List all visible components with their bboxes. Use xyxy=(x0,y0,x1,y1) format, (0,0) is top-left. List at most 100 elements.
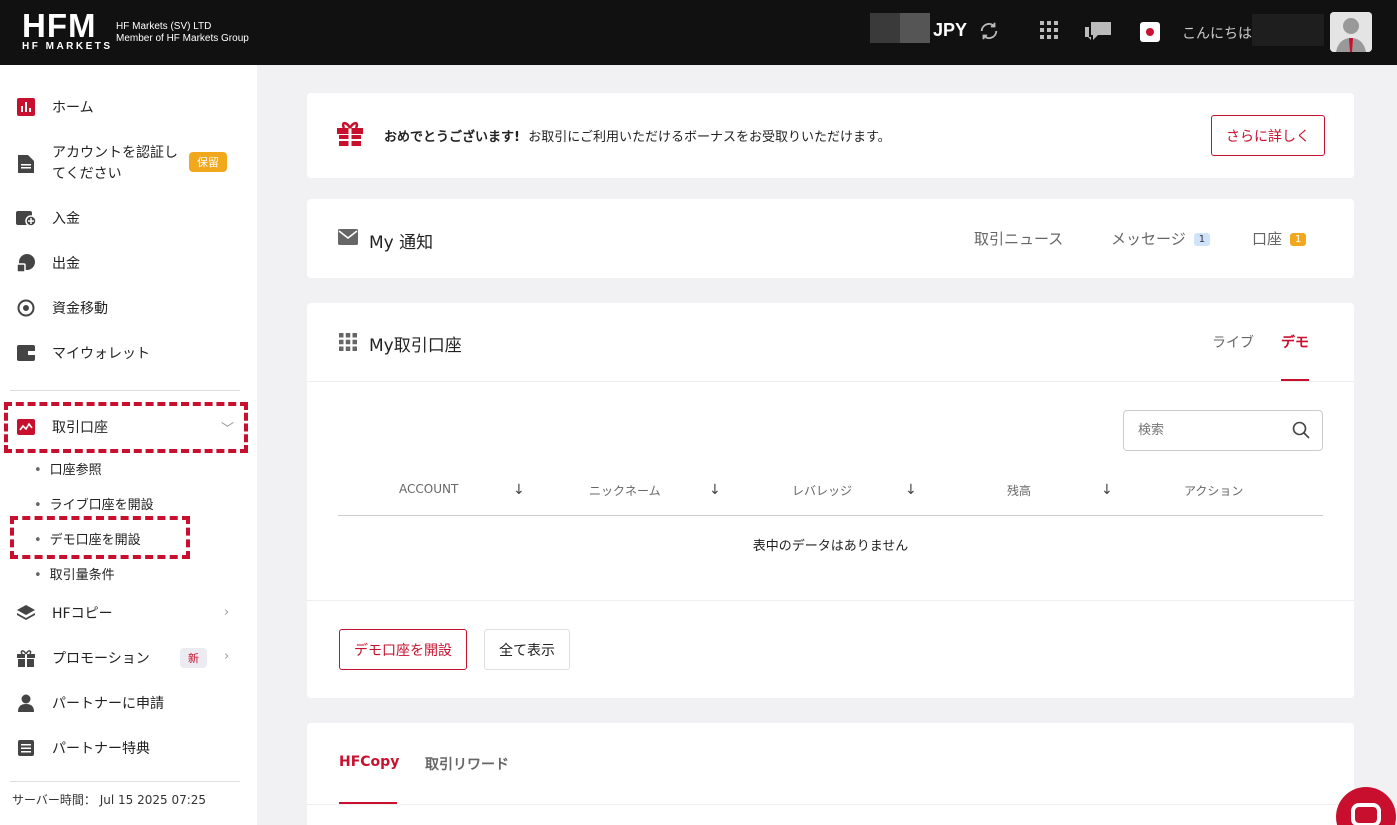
submenu-open-live-account[interactable]: ライブ口座を開設 xyxy=(34,494,154,513)
sort-arrow-icon[interactable]: ↓ xyxy=(1101,482,1113,498)
avatar[interactable] xyxy=(1330,12,1372,52)
tab-hfcopy[interactable]: HFCopy xyxy=(339,754,399,770)
column-header-balance[interactable]: 残高 xyxy=(1007,482,1031,499)
verify-line1: アカウントを認証し xyxy=(52,145,178,161)
apps-grid-icon[interactable] xyxy=(1040,21,1058,43)
empty-table-message: 表中のデータはありません xyxy=(752,539,909,554)
sidebar-item-label: 資金移動 xyxy=(52,301,108,317)
bonus-title: おめでとうございます! xyxy=(384,130,520,145)
chevron-right-icon[interactable]: › xyxy=(224,605,229,620)
learn-more-button[interactable]: さらに詳しく xyxy=(1211,115,1325,156)
tab-label: 口座 xyxy=(1252,230,1283,248)
bonus-text: お取引にご利用いただけるボーナスをお受取りいただけます。 xyxy=(528,130,891,145)
sidebar-item-verify-account[interactable]: アカウントを認証し てください xyxy=(16,143,178,185)
company-group: Member of HF Markets Group xyxy=(116,33,249,44)
sidebar-item-partner-benefits[interactable]: パートナー特典 xyxy=(16,738,150,758)
sidebar-item-deposit[interactable]: 入金 xyxy=(16,208,80,228)
tab-live[interactable]: ライブ xyxy=(1212,332,1254,352)
table-header-divider xyxy=(338,515,1323,516)
hfm-logo[interactable]: HFM HF MARKETS xyxy=(22,7,113,53)
server-time-label: サーバー時間： xyxy=(12,793,96,807)
server-time-value: Jul 15 2025 07:25 xyxy=(99,793,207,807)
column-header-nickname[interactable]: ニックネーム xyxy=(589,482,661,499)
highlight-open-demo xyxy=(10,516,190,559)
column-header-account[interactable]: ACCOUNT xyxy=(399,482,458,496)
tab-demo[interactable]: デモ xyxy=(1281,332,1309,352)
envelope-icon xyxy=(338,229,358,249)
search-icon[interactable] xyxy=(1292,421,1310,443)
column-header-action: アクション xyxy=(1184,484,1244,498)
document-icon xyxy=(16,154,36,174)
search-input[interactable] xyxy=(1124,411,1289,450)
list-icon xyxy=(16,738,36,758)
deposit-icon xyxy=(16,208,36,228)
server-time: サーバー時間： Jul 15 2025 07:25 xyxy=(12,791,206,808)
sidebar-item-label: 出金 xyxy=(52,256,80,272)
logo-subtext: HF MARKETS xyxy=(22,41,113,52)
withdraw-icon xyxy=(16,253,36,273)
sidebar: ホーム アカウントを認証し てください 保留 入金 出金 資金移動 マイウォレット… xyxy=(0,65,257,825)
tab-label: メッセージ xyxy=(1111,230,1186,248)
search-input-wrapper[interactable] xyxy=(1123,410,1323,451)
transfer-icon xyxy=(16,298,36,318)
trading-accounts-card: My取引口座 ライブ デモ 表中のデータはありません デモ口座を開設 全て表示 xyxy=(307,303,1354,698)
sidebar-item-transfer[interactable]: 資金移動 xyxy=(16,298,108,318)
gift-icon xyxy=(336,119,364,151)
card-divider xyxy=(307,804,1354,805)
sidebar-item-label: ホーム xyxy=(52,100,94,116)
sidebar-item-home[interactable]: ホーム xyxy=(16,97,94,117)
sidebar-item-wallet[interactable]: マイウォレット xyxy=(16,343,150,363)
chevron-right-icon[interactable]: › xyxy=(224,649,229,664)
currency-label: JPY xyxy=(933,20,968,40)
tab-label: 取引ニュース xyxy=(974,230,1064,248)
masked-balance xyxy=(870,13,930,43)
submenu-view-accounts[interactable]: 口座参照 xyxy=(34,459,102,478)
sidebar-item-label: パートナー特典 xyxy=(52,741,150,757)
sort-arrow-icon[interactable]: ↓ xyxy=(905,482,917,498)
logo-text: HFM xyxy=(22,7,97,44)
column-header-leverage[interactable]: レバレッジ xyxy=(792,482,852,499)
show-all-button[interactable]: 全て表示 xyxy=(484,629,570,670)
gift-icon xyxy=(16,648,36,668)
sidebar-item-label: マイウォレット xyxy=(52,346,150,362)
refresh-icon[interactable] xyxy=(978,20,1000,46)
sidebar-item-label: プロモーション xyxy=(52,651,150,667)
submenu-volume-conditions[interactable]: 取引量条件 xyxy=(34,564,115,583)
verify-line2: てください xyxy=(52,166,122,182)
masked-username xyxy=(1252,14,1324,46)
notifications-title: My 通知 xyxy=(369,233,434,253)
tab-messages[interactable]: メッセージ 1 xyxy=(1111,228,1211,249)
person-icon xyxy=(16,693,36,713)
greeting-text: こんにちは xyxy=(1182,26,1252,42)
open-demo-account-button[interactable]: デモ口座を開設 xyxy=(339,629,467,670)
sidebar-item-label: 入金 xyxy=(52,211,80,227)
sidebar-item-withdraw[interactable]: 出金 xyxy=(16,253,80,273)
sidebar-item-promotions[interactable]: プロモーション xyxy=(16,648,150,668)
tab-trading-news[interactable]: 取引ニュース xyxy=(974,228,1063,249)
bottom-tabs-card: HFCopy 取引リワード xyxy=(307,723,1354,825)
tab-account[interactable]: 口座 1 xyxy=(1252,228,1307,249)
notifications-card: My 通知 取引ニュース メッセージ 1 口座 1 xyxy=(307,199,1354,278)
tab-trading-rewards[interactable]: 取引リワード xyxy=(425,754,509,774)
card-divider xyxy=(307,600,1354,601)
sidebar-item-apply-partner[interactable]: パートナーに申請 xyxy=(16,693,164,713)
messages-count-badge: 1 xyxy=(1193,233,1211,246)
sort-arrow-icon[interactable]: ↓ xyxy=(709,482,721,498)
chat-icon[interactable] xyxy=(1085,22,1113,46)
grid-icon xyxy=(339,333,357,355)
account-count-badge: 1 xyxy=(1290,233,1307,246)
chart-bar-icon xyxy=(16,97,36,117)
japan-flag-icon[interactable] xyxy=(1140,22,1160,46)
top-bar: HFM HF MARKETS HF Markets (SV) LTD Membe… xyxy=(0,0,1397,65)
sidebar-item-label: アカウントを認証し てください xyxy=(52,143,178,185)
sidebar-item-hfcopy[interactable]: HFコピー xyxy=(16,603,113,623)
company-info: HF Markets (SV) LTD Member of HF Markets… xyxy=(116,21,249,45)
live-chat-button[interactable] xyxy=(1336,787,1396,825)
new-badge: 新 xyxy=(180,648,207,668)
sidebar-item-label: パートナーに申請 xyxy=(52,696,164,712)
sidebar-item-label: HFコピー xyxy=(52,606,113,622)
sidebar-divider xyxy=(10,390,240,391)
company-name: HF Markets (SV) LTD xyxy=(116,21,212,32)
sort-arrow-icon[interactable]: ↓ xyxy=(513,482,525,498)
accounts-title: My取引口座 xyxy=(369,336,462,356)
